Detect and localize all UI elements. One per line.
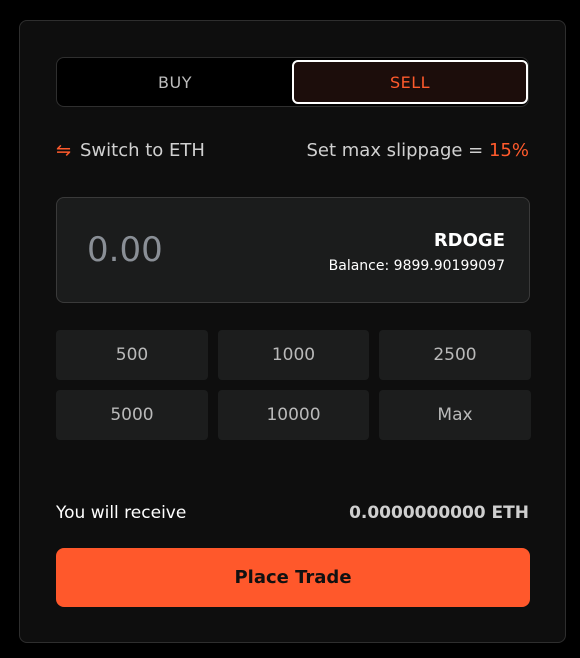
tab-sell[interactable]: SELL [292,60,528,104]
switch-to-eth-link[interactable]: ⇋ Switch to ETH [56,140,205,161]
amount-box: RDOGE Balance: 9899.90199097 [56,197,530,303]
token-balance: Balance: 9899.90199097 [328,258,505,274]
preset-500-button[interactable]: 500 [56,330,208,380]
receive-value: 0.0000000000 ETH [349,503,529,523]
place-trade-button[interactable]: Place Trade [56,548,530,607]
amount-input[interactable] [87,226,307,274]
slippage-label: Set max slippage = [306,140,489,161]
preset-5000-button[interactable]: 5000 [56,390,208,440]
preset-max-button[interactable]: Max [379,390,531,440]
max-slippage-setting[interactable]: Set max slippage = 15% [306,140,529,161]
receive-label: You will receive [56,503,187,523]
swap-arrows-icon: ⇋ [56,140,72,161]
buy-sell-toggle: BUY SELL [56,57,529,107]
preset-10000-button[interactable]: 10000 [218,390,369,440]
trade-panel: BUY SELL ⇋ Switch to ETH Set max slippag… [19,20,566,643]
preset-2500-button[interactable]: 2500 [379,330,531,380]
slippage-value: 15% [488,140,529,161]
tab-buy[interactable]: BUY [57,58,293,106]
preset-amounts: 500 1000 2500 5000 10000 Max [56,330,531,440]
switch-label: Switch to ETH [80,140,205,161]
preset-1000-button[interactable]: 1000 [218,330,369,380]
token-symbol: RDOGE [433,230,505,251]
